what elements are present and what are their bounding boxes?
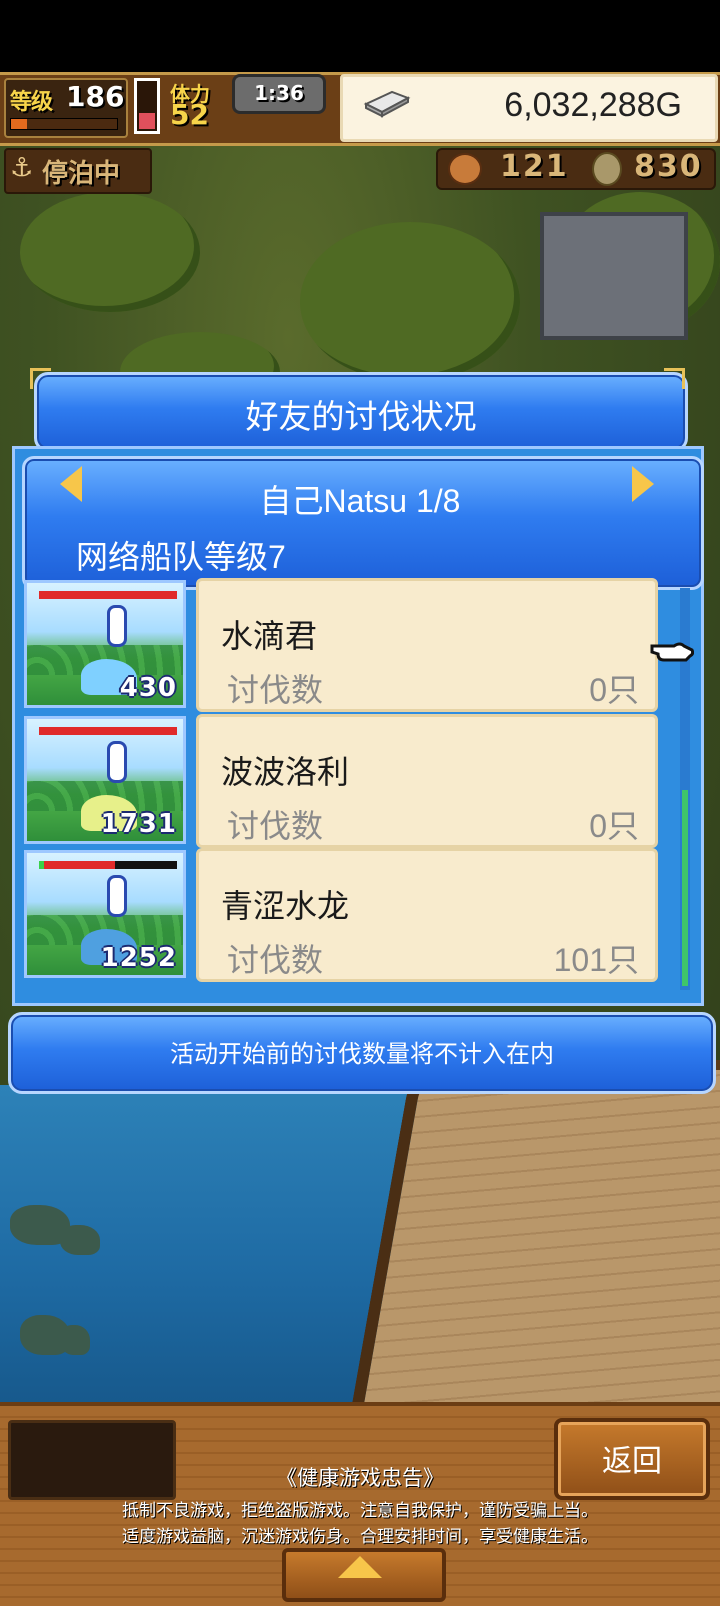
monster-row[interactable]: 430 水滴君 讨伐数 0只 bbox=[22, 578, 676, 712]
friend-name: 自己Natsu 1/8 bbox=[259, 483, 461, 519]
resource2-value: 830 bbox=[634, 149, 703, 184]
kill-count-value: 101只 bbox=[553, 942, 639, 978]
monster-number: 1731 bbox=[100, 809, 177, 839]
level-value: 186 bbox=[66, 80, 125, 113]
monster-hp-fill bbox=[44, 861, 115, 869]
up-arrow-icon[interactable] bbox=[338, 1556, 382, 1578]
stamina-timer: 1:36 bbox=[232, 74, 326, 114]
monster-number: 430 bbox=[119, 673, 177, 703]
gold-bar-icon bbox=[363, 90, 411, 118]
level-label: 等级 bbox=[10, 90, 53, 115]
alert-icon bbox=[107, 875, 127, 917]
kill-count-label: 讨伐数 bbox=[227, 941, 324, 979]
kill-count-value: 0只 bbox=[589, 808, 639, 844]
food-icon bbox=[448, 153, 482, 185]
monster-number: 1252 bbox=[100, 943, 177, 973]
monster-row[interactable]: 1252 青涩水龙 讨伐数 101只 bbox=[22, 848, 676, 982]
scrollbar-thumb[interactable] bbox=[682, 790, 688, 986]
note-text: 活动开始前的讨伐数量将不计入在内 bbox=[170, 1040, 554, 1068]
monster-name: 青涩水龙 bbox=[221, 887, 350, 925]
monster-card[interactable]: 青涩水龙 讨伐数 101只 bbox=[196, 848, 658, 982]
fleet-level: 网络船队等级7 bbox=[76, 539, 286, 575]
monster-hp-bar bbox=[39, 591, 177, 599]
dialog-title: 好友的讨伐状况 bbox=[245, 397, 477, 436]
exp-bar bbox=[10, 118, 118, 130]
gold-value: 6,032,288G bbox=[504, 86, 682, 124]
stamina-meter bbox=[134, 78, 160, 134]
health-advice-title: 《健康游戏忠告》 bbox=[276, 1466, 444, 1490]
exp-bar-fill bbox=[11, 119, 27, 129]
monster-hp-bar bbox=[39, 727, 177, 735]
corner-ornament bbox=[30, 368, 51, 389]
kill-count-label: 讨伐数 bbox=[227, 671, 324, 709]
kill-count-value: 0只 bbox=[589, 672, 639, 708]
health-advice-line1: 抵制不良游戏，拒绝盗版游戏。注意自我保护，谨防受骗上当。 bbox=[122, 1501, 598, 1521]
monster-name: 水滴君 bbox=[221, 617, 318, 655]
resource1-value: 121 bbox=[500, 149, 569, 184]
stamina-meter-fill bbox=[139, 112, 155, 129]
coin-icon bbox=[592, 152, 622, 186]
monster-card[interactable]: 波波洛利 讨伐数 0只 bbox=[196, 714, 658, 848]
alert-icon bbox=[107, 605, 127, 647]
monster-name: 波波洛利 bbox=[221, 753, 350, 791]
kill-count-label: 讨伐数 bbox=[227, 807, 324, 845]
alert-icon bbox=[107, 741, 127, 783]
monster-hp-bar bbox=[39, 861, 177, 869]
stamina-value: 52 bbox=[170, 98, 209, 131]
health-advice-line2: 适度游戏益脑，沉迷游戏伤身。合理安排时间，享受健康生活。 bbox=[122, 1527, 598, 1547]
next-friend-arrow-icon[interactable] bbox=[632, 466, 654, 502]
monster-thumbnail: 1252 bbox=[24, 850, 186, 978]
hp-marker bbox=[39, 861, 44, 869]
monster-row[interactable]: 1731 波波洛利 讨伐数 0只 bbox=[22, 714, 676, 848]
docked-label: 停泊中 bbox=[42, 159, 121, 189]
prev-friend-arrow-icon[interactable] bbox=[60, 466, 82, 502]
monster-hp-fill bbox=[39, 591, 177, 599]
ship-deck bbox=[347, 1060, 720, 1430]
monster-thumbnail: 430 bbox=[24, 580, 186, 708]
monster-card[interactable]: 水滴君 讨伐数 0只 bbox=[196, 578, 658, 712]
ruins bbox=[540, 212, 688, 340]
corner-ornament bbox=[664, 368, 685, 389]
monster-hp-fill bbox=[39, 727, 177, 735]
pointer-hand-icon bbox=[650, 642, 694, 662]
anchor-icon: ⚓ bbox=[10, 153, 34, 183]
monster-thumbnail: 1731 bbox=[24, 716, 186, 844]
